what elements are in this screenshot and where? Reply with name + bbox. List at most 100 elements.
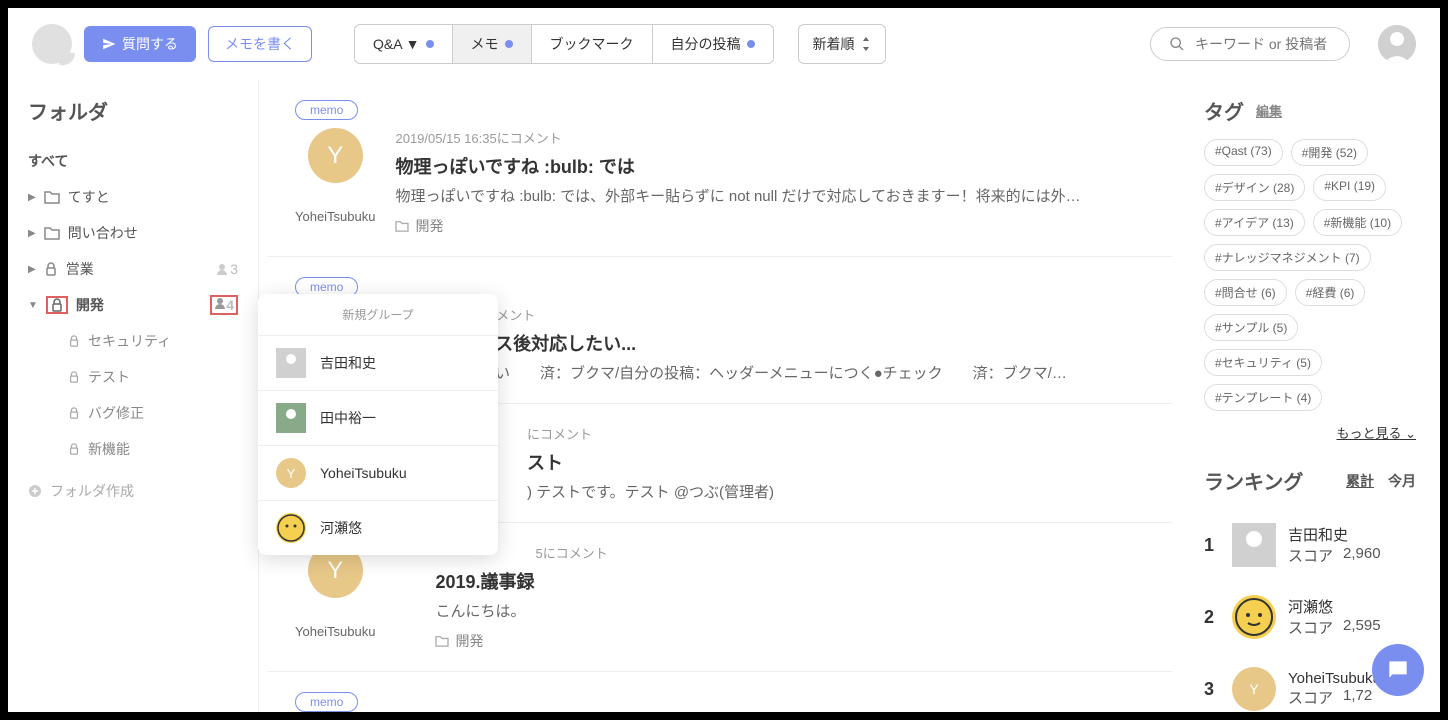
tag-chip[interactable]: #新機能 (10) (1313, 209, 1402, 236)
subfolder-newfeat[interactable]: 新機能 (28, 431, 238, 467)
search-icon (1169, 36, 1185, 52)
tag-chip[interactable]: #KPI (19) (1313, 174, 1386, 201)
user-avatar[interactable] (1378, 25, 1416, 63)
folder-label: てすと (68, 187, 110, 207)
write-memo-button[interactable]: メモを書く (208, 26, 312, 62)
rank-number: 1 (1204, 535, 1220, 556)
tag-chip[interactable]: #アイデア (13) (1204, 209, 1305, 236)
rank-name: YoheiTsubuku (1288, 670, 1381, 687)
subfolder-security[interactable]: セキュリティ (28, 323, 238, 359)
score-label: スコア (1288, 617, 1333, 638)
plus-icon (28, 484, 42, 498)
folder-label: 営業 (66, 259, 94, 279)
post-title: スト (527, 449, 1144, 475)
tab-memo[interactable]: メモ (453, 25, 532, 63)
more-tags-link[interactable]: もっと見る ⌄ (1204, 423, 1416, 442)
rank-number: 3 (1204, 679, 1220, 700)
folder-label: 開発 (76, 295, 104, 315)
sidebar: フォルダ すべて ▶ てすと ▶ 問い合わせ ▶ 営業 3 ▼ 開発 4 セキュ… (8, 80, 258, 712)
tag-chip[interactable]: #テンプレート (4) (1204, 384, 1322, 411)
sort-label: 新着順 (813, 34, 855, 54)
caret-icon: ▶ (28, 264, 36, 275)
tab-label: 自分の投稿 (671, 34, 741, 54)
header: 質問する メモを書く Q&A ▼ メモ ブックマーク 自分の投稿 新着順 (8, 8, 1440, 80)
tag-chip[interactable]: #デザイン (28) (1204, 174, 1305, 201)
post-item[interactable]: memo Y YoheiTsubuku 2019/05/15 16:35にコメン… (267, 80, 1172, 257)
sidebar-title: フォルダ (28, 96, 238, 125)
ranking-heading: ランキング 累計 今月 (1204, 466, 1416, 495)
post-meta: 2019/05/15 16:35にコメント (395, 128, 1144, 147)
chat-button[interactable] (1372, 644, 1424, 696)
popup-member[interactable]: 河瀬悠 (258, 500, 498, 555)
tag-chip[interactable]: #問合せ (6) (1204, 279, 1287, 306)
folder-icon (44, 226, 60, 240)
subfolder-test[interactable]: テスト (28, 359, 238, 395)
post-item[interactable]: memo Y 2019/02/26 16:05 ファイルアップロードテスト (267, 672, 1172, 712)
post-folder: 開発 (415, 216, 443, 236)
ranking-tab-total[interactable]: 累計 (1346, 471, 1374, 491)
folder-all[interactable]: すべて (28, 143, 238, 179)
folder-label: すべて (28, 151, 68, 171)
post-meta: 5にコメント (435, 543, 1144, 562)
folder-inquiry[interactable]: ▶ 問い合わせ (28, 215, 238, 251)
score-label: スコア (1288, 545, 1333, 566)
folder-icon (44, 190, 60, 204)
post-excerpt: 物理っぽいですね :bulb: では、外部キー貼らずに not null だけで… (395, 185, 1095, 206)
tag-chip[interactable]: #セキュリティ (5) (1204, 349, 1322, 376)
ranking-tab-month[interactable]: 今月 (1388, 471, 1416, 491)
popup-member[interactable]: 吉田和史 (258, 335, 498, 390)
rank-item[interactable]: 2 河瀬悠 スコア2,595 (1204, 581, 1416, 653)
ask-button[interactable]: 質問する (84, 26, 196, 62)
lock-icon (68, 335, 80, 347)
avatar: Y (1232, 667, 1276, 711)
logo (32, 24, 72, 64)
search-box[interactable] (1150, 27, 1350, 61)
tab-qa[interactable]: Q&A ▼ (355, 25, 453, 63)
subfolder-bugfix[interactable]: バグ修正 (28, 395, 238, 431)
edit-tags-link[interactable]: 編集 (1256, 101, 1282, 120)
member-name: 田中裕一 (320, 408, 376, 428)
post-folder: 開発 (455, 631, 483, 651)
lock-icon (44, 262, 58, 276)
rank-name: 河瀬悠 (1288, 596, 1381, 617)
member-count: 3 (216, 261, 238, 277)
folder-label: 問い合わせ (68, 223, 138, 243)
tag-chip[interactable]: #サンプル (5) (1204, 314, 1298, 341)
post-title: 2019.議事録 (435, 568, 1144, 594)
tag-chip[interactable]: #Qast (73) (1204, 139, 1283, 166)
memo-tag: memo (295, 692, 358, 712)
chevron-down-icon: ⌄ (1405, 426, 1416, 441)
tab-group: Q&A ▼ メモ ブックマーク 自分の投稿 (354, 24, 774, 64)
tab-bookmark[interactable]: ブックマーク (532, 25, 653, 63)
folder-dev[interactable]: ▼ 開発 4 (28, 287, 238, 323)
avatar (276, 348, 306, 378)
create-folder[interactable]: フォルダ作成 (28, 473, 238, 509)
sort-button[interactable]: 新着順 (798, 24, 886, 64)
rank-number: 2 (1204, 607, 1220, 628)
caret-icon: ▶ (28, 228, 36, 239)
search-input[interactable] (1195, 36, 1331, 52)
tag-chip[interactable]: #経費 (6) (1295, 279, 1366, 306)
tab-own-posts[interactable]: 自分の投稿 (653, 25, 773, 63)
folder-test[interactable]: ▶ てすと (28, 179, 238, 215)
ask-button-label: 質問する (122, 34, 178, 54)
avatar (1232, 523, 1276, 567)
popup-member[interactable]: Y YoheiTsubuku (258, 445, 498, 500)
member-name: YoheiTsubuku (320, 465, 407, 481)
sort-icon (861, 37, 871, 51)
tag-chip[interactable]: #ナレッジマネジメント (7) (1204, 244, 1371, 271)
folder-sales[interactable]: ▶ 営業 3 (28, 251, 238, 287)
post-meta: にコメント (527, 424, 1144, 443)
member-count[interactable]: 4 (210, 295, 238, 315)
lock-icon (68, 443, 80, 455)
avatar: Y (276, 458, 306, 488)
rank-item[interactable]: 1 吉田和史 スコア2,960 (1204, 509, 1416, 581)
tag-chip[interactable]: #開発 (52) (1291, 139, 1368, 166)
folder-label: セキュリティ (88, 331, 171, 351)
folder-icon (435, 635, 449, 647)
popup-member[interactable]: 田中裕一 (258, 390, 498, 445)
folder-label: バグ修正 (88, 403, 144, 423)
popup-title: 新規グループ (258, 294, 498, 335)
author-name: YoheiTsubuku (295, 209, 375, 224)
folder-label: 新機能 (88, 439, 130, 459)
